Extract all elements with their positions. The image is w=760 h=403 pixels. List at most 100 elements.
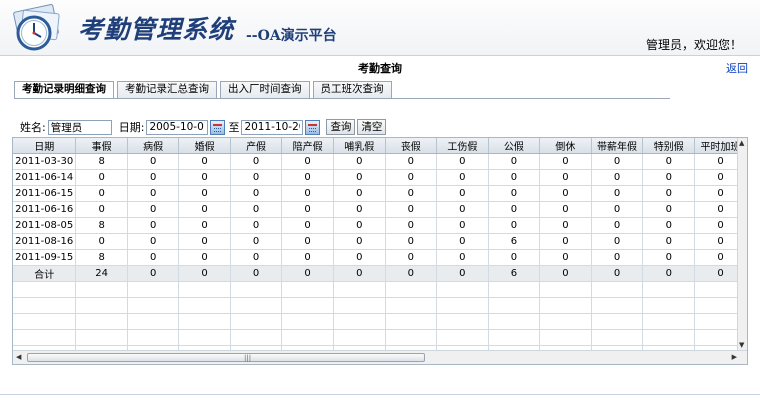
vertical-scrollbar[interactable]: ▲ ▼ — [737, 138, 747, 350]
total-cell: 0 — [436, 265, 489, 282]
column-header[interactable]: 带薪年假 — [591, 138, 644, 154]
value-cell: 0 — [488, 185, 541, 202]
empty-cell — [488, 297, 541, 314]
date-cell: 2011-09-15 — [13, 249, 77, 266]
empty-cell — [127, 297, 180, 314]
empty-cell — [127, 329, 180, 346]
value-cell: 0 — [281, 185, 334, 202]
value-cell: 0 — [333, 249, 386, 266]
empty-cell — [333, 313, 386, 330]
value-cell: 0 — [591, 217, 644, 234]
tab-summary-query[interactable]: 考勤记录汇总查询 — [117, 81, 217, 98]
calendar-icon[interactable] — [305, 119, 321, 135]
tab-entry-exit-query[interactable]: 出入厂时间查询 — [220, 81, 310, 98]
empty-cell — [230, 281, 283, 298]
empty-cell — [75, 281, 128, 298]
total-cell: 0 — [178, 265, 231, 282]
value-cell: 0 — [230, 169, 283, 186]
column-header[interactable]: 倒休 — [539, 138, 592, 154]
column-header[interactable]: 日期 — [13, 138, 77, 154]
table-row[interactable]: 2011-03-30 8 0 0 0 0 0 0 0 0 0 0 0 0 — [13, 153, 747, 170]
total-cell: 0 — [642, 265, 696, 282]
horizontal-scroll-thumb[interactable]: ||| — [27, 353, 425, 362]
value-cell: 0 — [436, 201, 489, 218]
column-header[interactable]: 哺乳假 — [333, 138, 386, 154]
scroll-down-icon[interactable]: ▼ — [739, 341, 744, 349]
column-header[interactable]: 婚假 — [178, 138, 231, 154]
horizontal-scrollbar[interactable]: ◀ ||| ▶ — [13, 350, 747, 364]
empty-cell — [488, 313, 541, 330]
tab-bar: 考勤记录明细查询 考勤记录汇总查询 出入厂时间查询 员工班次查询 — [14, 81, 395, 99]
value-cell: 0 — [178, 217, 231, 234]
value-cell: 0 — [385, 233, 438, 250]
tab-detail-query[interactable]: 考勤记录明细查询 — [14, 81, 114, 99]
empty-cell — [591, 281, 644, 298]
name-input[interactable] — [47, 119, 112, 135]
attendance-grid: 日期 事假 病假 婚假 产假 陪产假 哺乳假 丧假 工伤假 公假 倒休 带薪年假 特别假 平时加班 201… — [12, 137, 748, 365]
scroll-right-icon[interactable]: ▶ — [732, 353, 737, 361]
empty-row — [13, 297, 747, 314]
calendar-icon[interactable] — [210, 119, 226, 135]
value-cell: 0 — [75, 185, 128, 202]
date-to-input[interactable] — [241, 119, 304, 135]
empty-cell — [436, 297, 489, 314]
column-header[interactable]: 陪产假 — [281, 138, 334, 154]
value-cell: 0 — [591, 185, 644, 202]
column-header[interactable]: 事假 — [75, 138, 128, 154]
value-cell: 0 — [385, 217, 438, 234]
empty-cell — [127, 313, 180, 330]
empty-cell — [385, 313, 438, 330]
total-cell: 0 — [333, 265, 386, 282]
table-row[interactable]: 2011-06-16 0 0 0 0 0 0 0 0 0 0 0 0 0 — [13, 201, 747, 218]
empty-cell — [539, 297, 592, 314]
value-cell: 0 — [281, 233, 334, 250]
empty-cell — [75, 313, 128, 330]
value-cell: 0 — [230, 185, 283, 202]
table-row[interactable]: 2011-08-05 8 0 0 0 0 0 0 0 0 0 0 0 0 — [13, 217, 747, 234]
empty-cell — [13, 281, 77, 298]
tab-divider — [14, 98, 670, 99]
footer-divider — [0, 394, 760, 395]
empty-cell — [333, 297, 386, 314]
value-cell: 0 — [385, 185, 438, 202]
scroll-left-icon[interactable]: ◀ — [16, 353, 21, 361]
value-cell: 0 — [75, 233, 128, 250]
column-header[interactable]: 产假 — [230, 138, 283, 154]
column-header[interactable]: 公假 — [488, 138, 541, 154]
scroll-up-icon[interactable]: ▲ — [739, 139, 744, 147]
column-header[interactable]: 病假 — [127, 138, 180, 154]
empty-row — [13, 281, 747, 298]
value-cell: 0 — [178, 169, 231, 186]
column-header[interactable]: 工伤假 — [436, 138, 489, 154]
total-row: 合计 24 0 0 0 0 0 0 0 6 0 0 0 0 — [13, 265, 747, 282]
empty-cell — [385, 329, 438, 346]
total-label: 合计 — [13, 265, 77, 282]
table-row[interactable]: 2011-09-15 8 0 0 0 0 0 0 0 0 0 0 0 0 — [13, 249, 747, 266]
empty-cell — [178, 329, 231, 346]
clear-button[interactable]: 清空 — [357, 119, 387, 135]
query-button[interactable]: 查询 — [326, 119, 356, 135]
empty-cell — [539, 281, 592, 298]
total-cell: 0 — [539, 265, 592, 282]
value-cell: 0 — [591, 201, 644, 218]
value-cell: 0 — [230, 249, 283, 266]
value-cell: 0 — [642, 185, 696, 202]
value-cell: 0 — [591, 249, 644, 266]
table-row[interactable]: 2011-06-15 0 0 0 0 0 0 0 0 0 0 0 0 0 — [13, 185, 747, 202]
empty-cell — [591, 313, 644, 330]
back-link[interactable]: 返回 — [726, 60, 748, 76]
column-header[interactable]: 丧假 — [385, 138, 438, 154]
empty-cell — [281, 297, 334, 314]
value-cell: 0 — [539, 169, 592, 186]
table-row[interactable]: 2011-08-16 0 0 0 0 0 0 0 0 6 0 0 0 0 — [13, 233, 747, 250]
empty-cell — [436, 329, 489, 346]
to-label: 至 — [228, 121, 240, 134]
table-row[interactable]: 2011-06-14 0 0 0 0 0 0 0 0 0 0 0 0 0 — [13, 169, 747, 186]
value-cell: 0 — [230, 201, 283, 218]
date-from-input[interactable] — [146, 119, 209, 135]
column-header[interactable]: 特别假 — [642, 138, 696, 154]
value-cell: 0 — [539, 233, 592, 250]
empty-cell — [642, 281, 696, 298]
value-cell: 0 — [230, 217, 283, 234]
tab-shift-query[interactable]: 员工班次查询 — [312, 81, 392, 98]
